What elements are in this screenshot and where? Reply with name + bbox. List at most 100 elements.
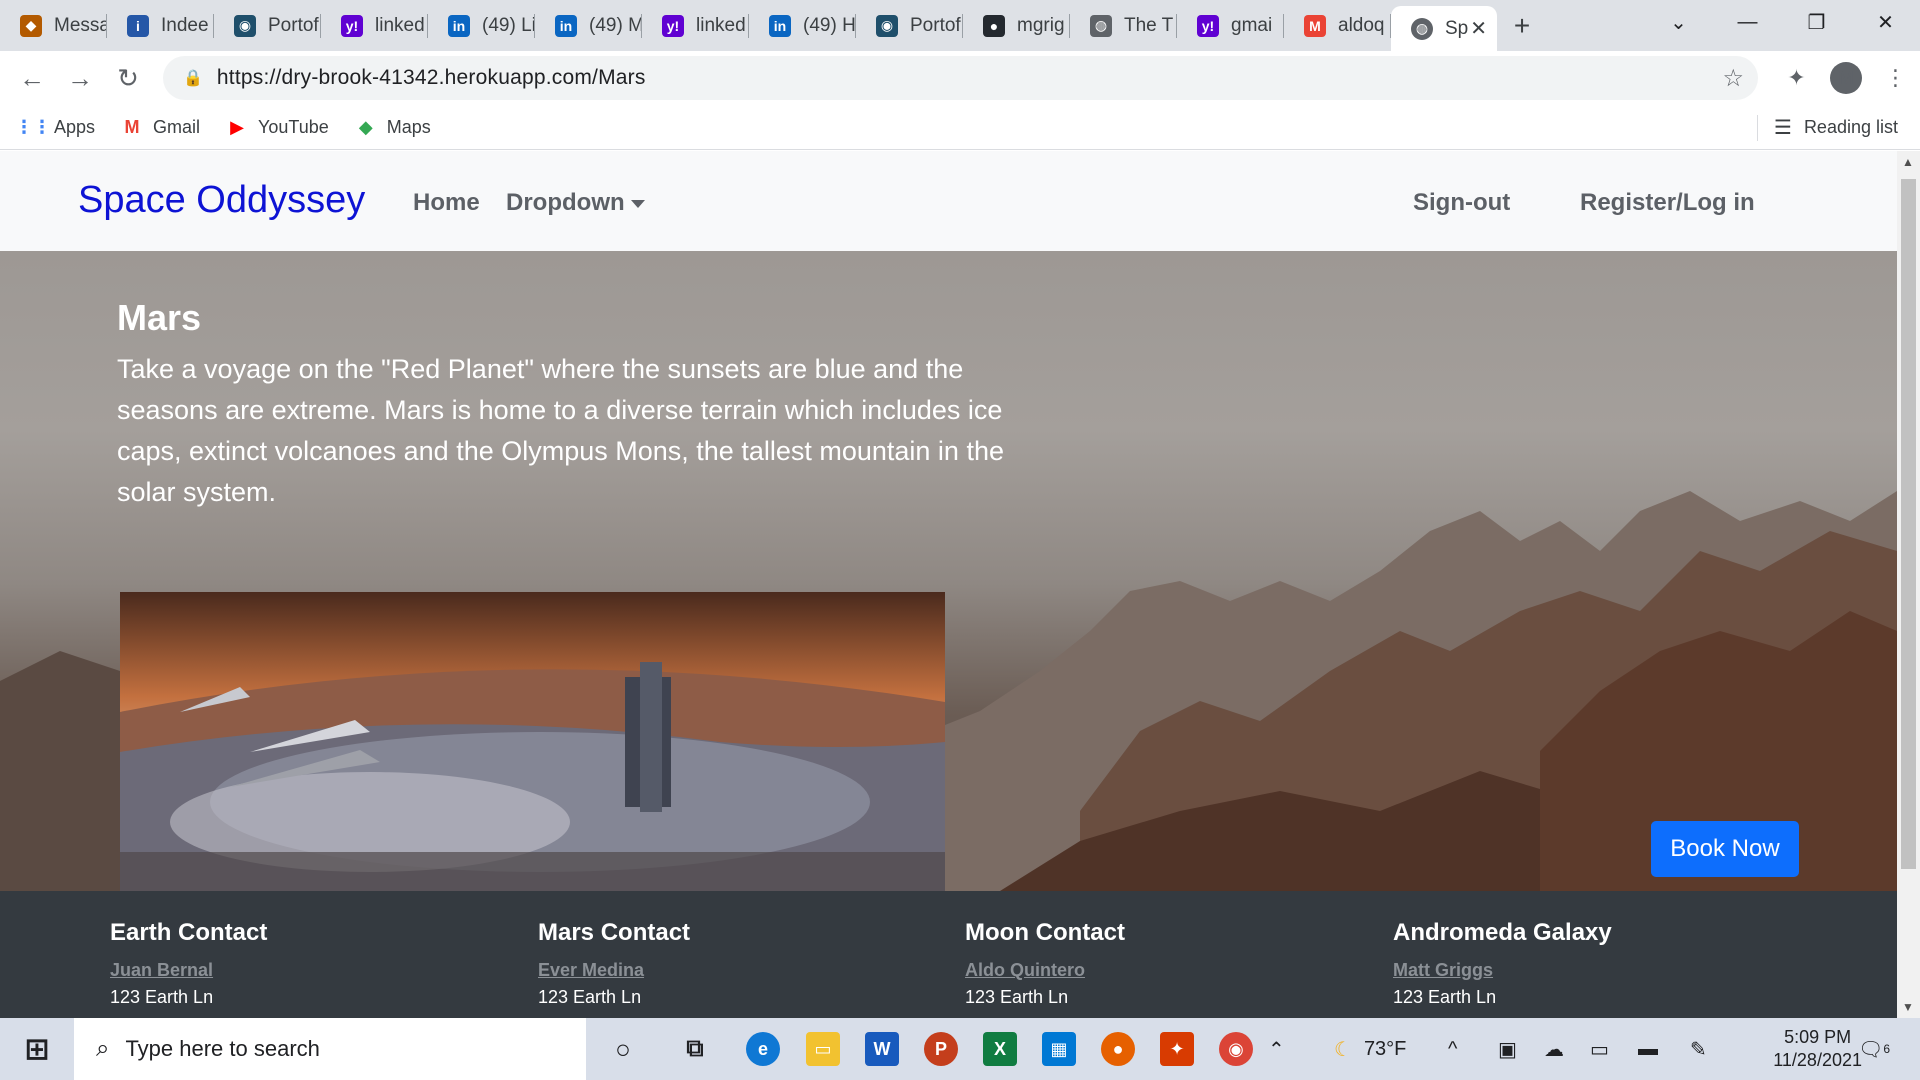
reading-list[interactable]: ☰ Reading list: [1757, 105, 1898, 150]
new-tab-button[interactable]: +: [1497, 10, 1547, 42]
tab-title: The T: [1124, 14, 1174, 36]
tray-overflow[interactable]: ⌃: [1268, 1018, 1285, 1080]
moon-icon: ☾: [1334, 1038, 1352, 1061]
meet-now-icon[interactable]: ▣: [1498, 1018, 1517, 1080]
store-icon[interactable]: ▦: [1042, 1032, 1076, 1066]
tab-3[interactable]: y! linked: [321, 0, 428, 51]
scroll-down-icon[interactable]: ▼: [1902, 1000, 1914, 1014]
tab-4[interactable]: in (49) Li: [428, 0, 535, 51]
notifications-icon[interactable]: 🗨 6: [1858, 1018, 1890, 1080]
tab-favicon-icon: in: [555, 14, 577, 37]
reload-icon[interactable]: ↻: [104, 63, 152, 94]
nav-signout[interactable]: Sign-out: [1413, 189, 1510, 217]
chrome-icon[interactable]: ◉: [1219, 1032, 1253, 1066]
tab-6[interactable]: y! linked: [642, 0, 749, 51]
page-viewport: Space Oddyssey Home Dropdown Sign-out Re…: [0, 151, 1897, 1018]
scrollbar-thumb[interactable]: [1901, 179, 1916, 869]
profile-avatar[interactable]: M: [1830, 62, 1862, 94]
globe-icon: ◍: [1411, 17, 1433, 40]
tab-active[interactable]: ◍ Sp ✕: [1391, 6, 1497, 51]
site-brand[interactable]: Space Oddyssey: [78, 179, 365, 222]
search-placeholder: Type here to search: [125, 1036, 320, 1061]
clock-time: 5:09 PM: [1784, 1027, 1852, 1047]
contact-name-link[interactable]: Juan Bernal: [110, 960, 267, 981]
forward-icon[interactable]: →: [56, 63, 104, 94]
tab-favicon-icon: i: [127, 14, 149, 37]
tab-10[interactable]: ◍ The T: [1070, 0, 1177, 51]
word-icon[interactable]: W: [865, 1032, 899, 1066]
nav-dropdown[interactable]: Dropdown: [506, 189, 645, 217]
close-tab-icon[interactable]: ✕: [1470, 16, 1487, 41]
notification-count: 6: [1883, 1042, 1891, 1056]
tab-2[interactable]: ◉ Portof: [214, 0, 321, 51]
powerpoint-icon[interactable]: P: [924, 1032, 958, 1066]
footer-column: Moon Contact Aldo Quintero 123 Earth Ln: [965, 919, 1125, 1014]
mars-illustration: [120, 592, 945, 891]
footer-heading: Earth Contact: [110, 919, 268, 946]
onedrive-icon[interactable]: ☁: [1544, 1018, 1564, 1080]
tab-8[interactable]: ◉ Portof: [856, 0, 963, 51]
close-window-icon[interactable]: ✕: [1851, 10, 1920, 35]
contact-address: 123 Earth Ln: [110, 987, 214, 1007]
contact-name-link[interactable]: Ever Medina: [538, 960, 690, 981]
task-view-icon[interactable]: ⧉: [678, 1032, 712, 1066]
taskbar-search[interactable]: ⌕ Type here to search: [74, 1018, 586, 1080]
lock-icon[interactable]: 🔒: [183, 68, 203, 88]
minimize-icon[interactable]: —: [1713, 11, 1782, 34]
menu-icon[interactable]: ⋮: [1871, 65, 1920, 91]
tab-0[interactable]: ◆ Messa: [0, 0, 107, 51]
pen-icon[interactable]: ✎: [1690, 1018, 1707, 1080]
footer-column: Andromeda Galaxy Matt Griggs 123 Earth Ln: [1393, 919, 1612, 1014]
bookmark-youtube[interactable]: ▶ YouTube: [226, 117, 329, 138]
book-now-button[interactable]: Book Now: [1651, 821, 1799, 877]
tab-1[interactable]: i Indee: [107, 0, 214, 51]
back-icon[interactable]: ←: [8, 63, 56, 94]
file-explorer-icon[interactable]: ▭: [806, 1032, 840, 1066]
extensions-icon[interactable]: ✦: [1772, 65, 1821, 91]
firefox-icon[interactable]: ●: [1101, 1032, 1135, 1066]
scroll-up-icon[interactable]: ▲: [1902, 155, 1914, 169]
site-navbar: Space Oddyssey Home Dropdown Sign-out Re…: [0, 151, 1897, 251]
contact-address: 123 Earth Ln: [538, 987, 642, 1007]
weather-widget[interactable]: ☾ 73°F: [1334, 1018, 1406, 1080]
address-bar[interactable]: 🔒 https://dry-brook-41342.herokuapp.com/…: [163, 56, 1758, 100]
tab-9[interactable]: ● mgrig: [963, 0, 1070, 51]
system-clock[interactable]: 5:09 PM 11/28/2021: [1773, 1026, 1862, 1072]
tab-7[interactable]: in (49) H: [749, 0, 856, 51]
tab-search-icon[interactable]: ⌄: [1644, 10, 1713, 35]
excel-icon[interactable]: X: [983, 1032, 1017, 1066]
nav-register[interactable]: Register/Log in: [1580, 189, 1755, 217]
bookmark-apps[interactable]: ⋮⋮ Apps: [15, 117, 95, 138]
bookmark-maps[interactable]: ◆ Maps: [355, 117, 431, 138]
bookmark-gmail[interactable]: M Gmail: [121, 116, 201, 138]
bookmark-icon: ▶: [230, 116, 244, 137]
tab-favicon-icon: y!: [1197, 14, 1219, 37]
tab-title: linked: [696, 14, 746, 36]
page-scrollbar[interactable]: ▲ ▼: [1897, 151, 1920, 1018]
bookmark-star-icon[interactable]: ☆: [1722, 64, 1744, 93]
cortana-icon[interactable]: ○: [606, 1032, 640, 1066]
display-icon[interactable]: ▭: [1590, 1018, 1609, 1080]
footer-column: Earth Contact Juan Bernal 123 Earth Ln: [110, 919, 267, 1014]
nav-home[interactable]: Home: [413, 189, 480, 217]
caret-down-icon: [630, 199, 645, 208]
bookmark-label: Maps: [386, 116, 431, 137]
tabs-row: ◆ Messa i Indee ◉ Portof y! linked in (49) Li in (4…: [0, 0, 1391, 51]
contact-name-link[interactable]: Aldo Quintero: [965, 960, 1125, 981]
tab-title: (49) Li: [482, 14, 535, 36]
restore-icon[interactable]: ❐: [1782, 10, 1851, 35]
contact-name-link[interactable]: Matt Griggs: [1393, 960, 1612, 981]
edge-icon[interactable]: e: [746, 1032, 780, 1066]
windows-start-icon[interactable]: ⊞: [20, 1032, 54, 1066]
tab-11[interactable]: y! gmai: [1177, 0, 1284, 51]
bookmark-icon: M: [124, 116, 140, 137]
tab-favicon-icon: ◉: [876, 14, 898, 37]
tab-favicon-icon: in: [448, 14, 470, 37]
url-text[interactable]: https://dry-brook-41342.herokuapp.com/Ma…: [217, 66, 646, 90]
tab-5[interactable]: in (49) M: [535, 0, 642, 51]
app-settings-icon[interactable]: ✦: [1160, 1032, 1194, 1066]
contact-address: 123 Earth Ln: [965, 987, 1069, 1007]
battery-icon[interactable]: ▬: [1638, 1018, 1658, 1080]
show-hidden-icon[interactable]: ^: [1448, 1018, 1457, 1080]
tab-12[interactable]: Maldoq: [1284, 0, 1391, 51]
